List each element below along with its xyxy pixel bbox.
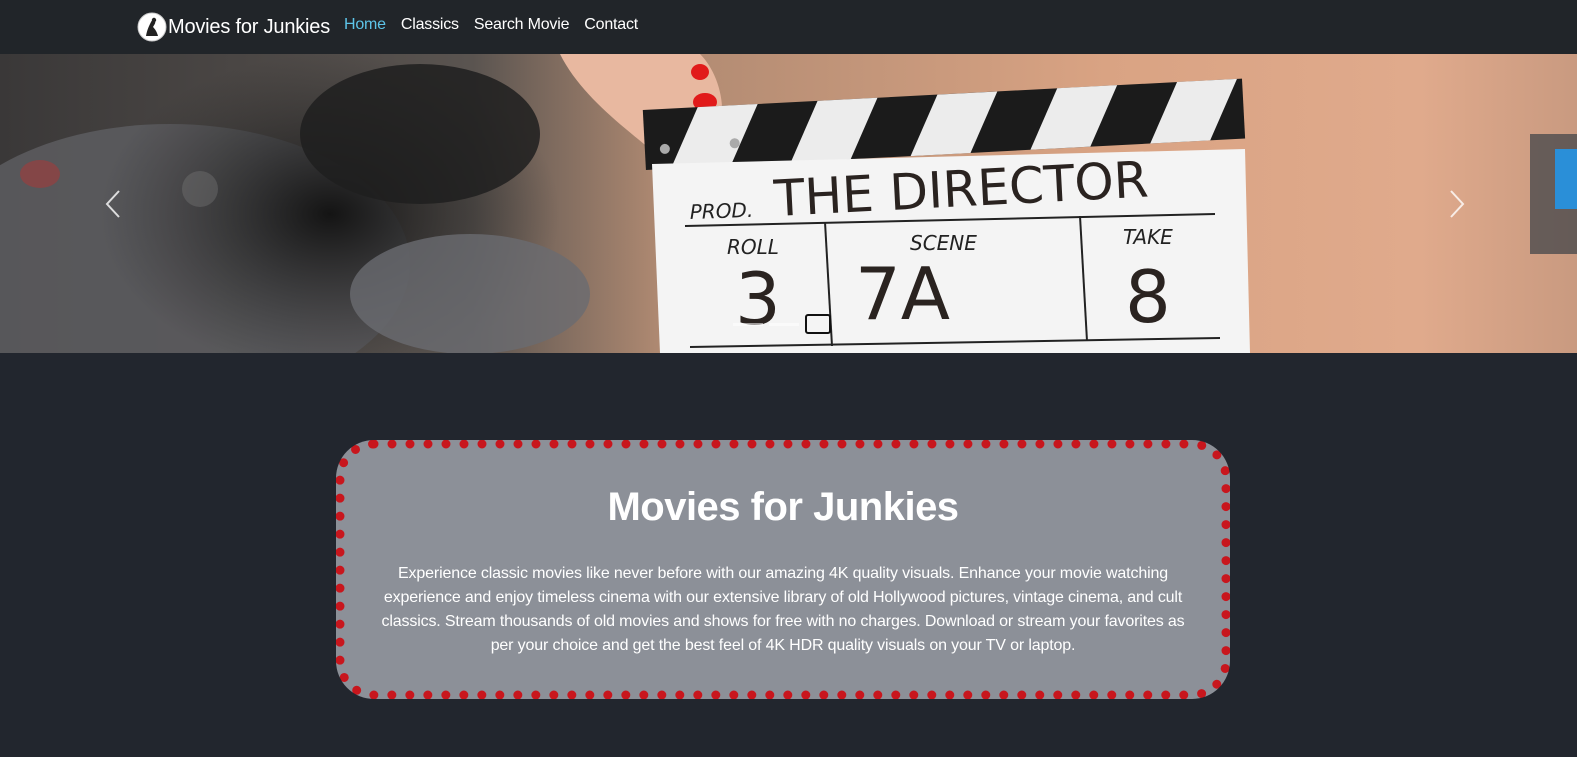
carousel-next-button[interactable] (1437, 184, 1477, 224)
intro-card: Movies for Junkies Experience classic mo… (336, 440, 1230, 699)
nav-link-contact[interactable]: Contact (584, 16, 638, 34)
slate-take-value: 8 (1125, 255, 1171, 339)
brand-link[interactable]: Movies for Junkies (137, 11, 330, 43)
chevron-left-icon (105, 190, 120, 218)
navbar: Movies for Junkies Home Classics Search … (0, 0, 1577, 54)
brand-logo-icon (137, 12, 167, 42)
carousel-prev-button[interactable] (93, 184, 133, 224)
slate-take-label: TAKE (1123, 225, 1173, 249)
brand-name: Movies for Junkies (168, 15, 331, 38)
carousel-slide-image: PROD. THE DIRECTOR ROLL SCENE TAKE 3 7A … (0, 54, 1577, 353)
slate-scene-value: 7A (855, 252, 950, 336)
carousel-indicator-2[interactable] (769, 322, 799, 326)
carousel-indicator-1[interactable] (733, 322, 763, 326)
nav-link-classics[interactable]: Classics (401, 16, 459, 34)
nav-link-home[interactable]: Home (344, 16, 386, 34)
intro-description: Experience classic movies like never bef… (381, 565, 1185, 654)
nav-links: Home Classics Search Movie Contact (344, 16, 653, 34)
slate-roll-label: ROLL (727, 235, 779, 259)
chevron-right-icon (1450, 190, 1465, 218)
slate-prod-label: PROD. (689, 198, 753, 224)
nav-link-search-movie[interactable]: Search Movie (474, 16, 570, 34)
intro-title: Movies for Junkies (607, 485, 959, 529)
hero-carousel: PROD. THE DIRECTOR ROLL SCENE TAKE 3 7A … (0, 54, 1577, 353)
carousel-indicator-3[interactable] (805, 314, 831, 334)
carousel-indicators (733, 314, 831, 334)
